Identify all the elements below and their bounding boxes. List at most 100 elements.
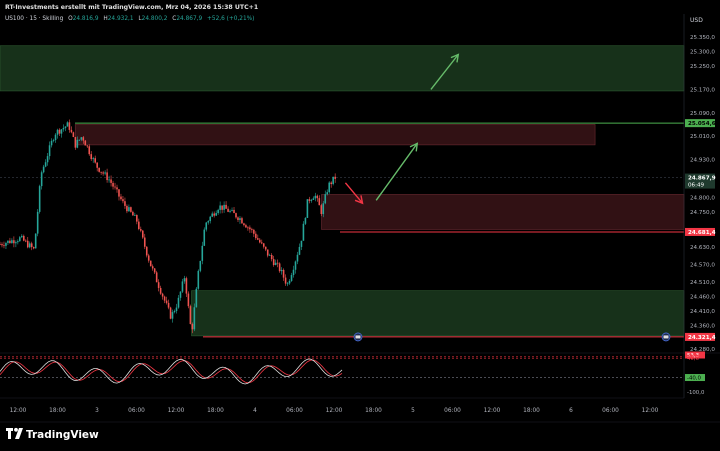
candle-body bbox=[143, 237, 146, 247]
candle-body bbox=[3, 245, 5, 247]
candle-body bbox=[211, 213, 214, 217]
candle-body bbox=[320, 205, 323, 215]
candle-body bbox=[199, 260, 202, 271]
candle-body bbox=[126, 205, 128, 212]
candle-body bbox=[310, 199, 313, 201]
candle-body bbox=[169, 307, 172, 319]
candle-body bbox=[294, 261, 297, 270]
symbol-label: US100 · 15 · Skilling bbox=[5, 16, 64, 22]
candle-body bbox=[108, 179, 110, 181]
candle-body bbox=[179, 291, 182, 298]
price-tick: 25.090,0 bbox=[690, 111, 715, 117]
zone-demand-3 bbox=[191, 290, 685, 337]
candle-body bbox=[80, 137, 83, 140]
candle-body bbox=[46, 156, 49, 163]
candle-body bbox=[332, 176, 334, 185]
tv-logo-dot bbox=[14, 427, 18, 432]
candle-body bbox=[245, 225, 247, 228]
candle-body bbox=[306, 199, 309, 218]
candle-body bbox=[262, 243, 265, 247]
candle-body bbox=[268, 254, 271, 256]
candle-body bbox=[118, 189, 120, 197]
candle-body bbox=[284, 277, 287, 284]
candle-body bbox=[116, 187, 118, 190]
candle-body bbox=[260, 242, 263, 244]
candle-body bbox=[181, 281, 184, 292]
candle-body bbox=[255, 233, 257, 239]
candle-body bbox=[138, 221, 140, 230]
candle-body bbox=[110, 179, 112, 183]
candle-body bbox=[1, 244, 3, 246]
low-value: 24.800,2 bbox=[142, 16, 168, 22]
brand-name: TradingView bbox=[26, 429, 99, 441]
price-tick: 25.300,0 bbox=[690, 50, 715, 56]
high-value: 24.932,1 bbox=[108, 16, 134, 22]
candle-body bbox=[66, 122, 69, 127]
candle-body bbox=[17, 241, 19, 243]
candle-body bbox=[112, 182, 114, 187]
candle-body bbox=[153, 268, 156, 273]
candle-body bbox=[276, 262, 279, 264]
candle-body bbox=[278, 263, 281, 272]
candle-body bbox=[197, 270, 200, 289]
candle-body bbox=[82, 137, 85, 141]
candle-body bbox=[314, 195, 317, 199]
candle-body bbox=[330, 182, 332, 185]
candle-body bbox=[140, 229, 142, 231]
osc-tick: -40,0 bbox=[687, 376, 702, 382]
candle-body bbox=[173, 310, 176, 313]
candle-body bbox=[243, 223, 245, 226]
time-tick: 06:00 bbox=[286, 408, 303, 414]
candle-body bbox=[84, 140, 87, 146]
candle-body bbox=[149, 260, 152, 267]
badge-current-price: 24.867,9 bbox=[688, 176, 716, 182]
candle-body bbox=[235, 213, 237, 218]
time-tick: 18:00 bbox=[523, 408, 540, 414]
candle-body bbox=[221, 205, 223, 210]
time-tick: 3 bbox=[95, 408, 99, 414]
candle-body bbox=[104, 172, 106, 174]
price-tick: 25.250,0 bbox=[690, 64, 715, 70]
candle-body bbox=[90, 154, 93, 160]
time-tick: 6 bbox=[569, 408, 573, 414]
candle-body bbox=[193, 307, 196, 330]
candle-body bbox=[231, 209, 233, 211]
candle-body bbox=[300, 240, 303, 247]
candle-body bbox=[38, 186, 41, 212]
candle-body bbox=[22, 235, 25, 241]
candle-body bbox=[175, 307, 178, 311]
candle-body bbox=[120, 196, 122, 200]
price-tick: 24.510,0 bbox=[690, 280, 715, 286]
candle-body bbox=[48, 145, 51, 157]
candle-body bbox=[72, 132, 75, 138]
candle-body bbox=[272, 259, 275, 266]
candle-body bbox=[201, 245, 204, 261]
candle-body bbox=[124, 201, 126, 206]
candle-body bbox=[88, 146, 91, 155]
candle-body bbox=[207, 221, 210, 223]
chart-svg: 53,345,740,0-40,0-100,0 RT-Investments e… bbox=[0, 0, 720, 447]
zone-supply-1 bbox=[74, 124, 596, 146]
candle-body bbox=[58, 129, 61, 134]
candle-body bbox=[308, 199, 311, 201]
candle-body bbox=[44, 162, 47, 167]
candle-body bbox=[64, 126, 67, 128]
candle-body bbox=[328, 182, 331, 193]
candle-body bbox=[296, 254, 299, 262]
event-flag-right-glyph bbox=[663, 335, 669, 339]
candle-body bbox=[141, 230, 144, 238]
candle-body bbox=[298, 246, 301, 255]
candle-body bbox=[128, 207, 130, 212]
candle-body bbox=[161, 293, 164, 297]
candle-body bbox=[237, 217, 239, 220]
candle-body bbox=[94, 158, 96, 163]
candle-body bbox=[92, 158, 95, 160]
candle-body bbox=[258, 239, 261, 243]
candle-body bbox=[145, 246, 148, 256]
price-tick: 24.750,0 bbox=[690, 210, 715, 216]
publisher-text: RT-Investments erstellt mit TradingView.… bbox=[5, 4, 258, 11]
candle-body bbox=[86, 145, 89, 147]
candle-body bbox=[32, 247, 35, 249]
candle-body bbox=[205, 222, 208, 230]
candle-body bbox=[74, 137, 77, 148]
